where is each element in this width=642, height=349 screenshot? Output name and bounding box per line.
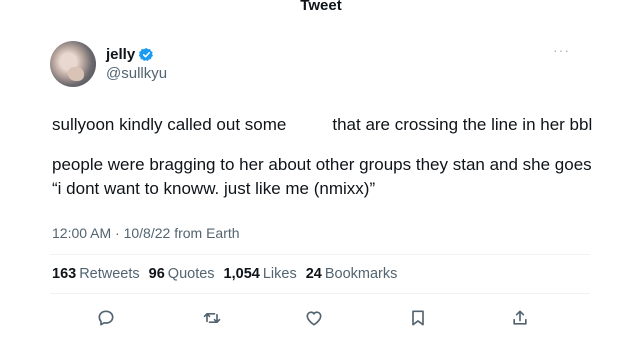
tweet-paragraph-2: people were bragging to her about other … <box>52 153 612 201</box>
retweets-stat[interactable]: 163 Retweets <box>52 266 140 282</box>
author-handle[interactable]: @sullkyu <box>106 65 167 82</box>
tweet-line-1: sullyoon kindly called out some that are… <box>52 113 612 137</box>
bookmarks-stat[interactable]: 24 Bookmarks <box>306 266 398 282</box>
name-row: jelly <box>106 46 167 63</box>
tweet-line-1-left: sullyoon kindly called out some <box>52 115 287 134</box>
verified-badge-icon <box>138 47 154 62</box>
share-icon[interactable] <box>508 306 532 330</box>
tweet-author: jelly @sullkyu <box>50 40 167 88</box>
avatar[interactable] <box>50 41 96 87</box>
tweet-timestamp[interactable]: 12:00 AM · 10/8/22 from Earth <box>52 225 240 241</box>
more-horizontal-icon[interactable]: ··· <box>553 43 570 57</box>
quotes-stat[interactable]: 96 Quotes <box>149 266 215 282</box>
tweet-actions <box>52 300 582 334</box>
tweet-para-2-line-1: people were bragging to her about other … <box>52 155 592 174</box>
display-name[interactable]: jelly <box>106 46 135 63</box>
reply-icon[interactable] <box>94 306 118 330</box>
page-title: Tweet <box>300 0 342 14</box>
divider <box>50 293 590 294</box>
likes-stat[interactable]: 1,054 Likes <box>224 266 297 282</box>
author-name-block: jelly @sullkyu <box>106 46 167 82</box>
like-icon[interactable] <box>302 306 326 330</box>
tweet-para-2-line-2: “i dont want to knoww. just like me (nmi… <box>52 179 376 198</box>
retweet-icon[interactable] <box>200 306 224 330</box>
divider <box>50 254 590 255</box>
tweet-text: sullyoon kindly called out some that are… <box>52 113 612 201</box>
redacted-gap <box>286 113 332 137</box>
tweet-line-1-right: that are crossing the line in her bbl <box>332 115 593 134</box>
bookmark-icon[interactable] <box>406 306 430 330</box>
tweet-stats: 163 Retweets 96 Quotes 1,054 Likes 24 Bookma… <box>52 266 397 282</box>
